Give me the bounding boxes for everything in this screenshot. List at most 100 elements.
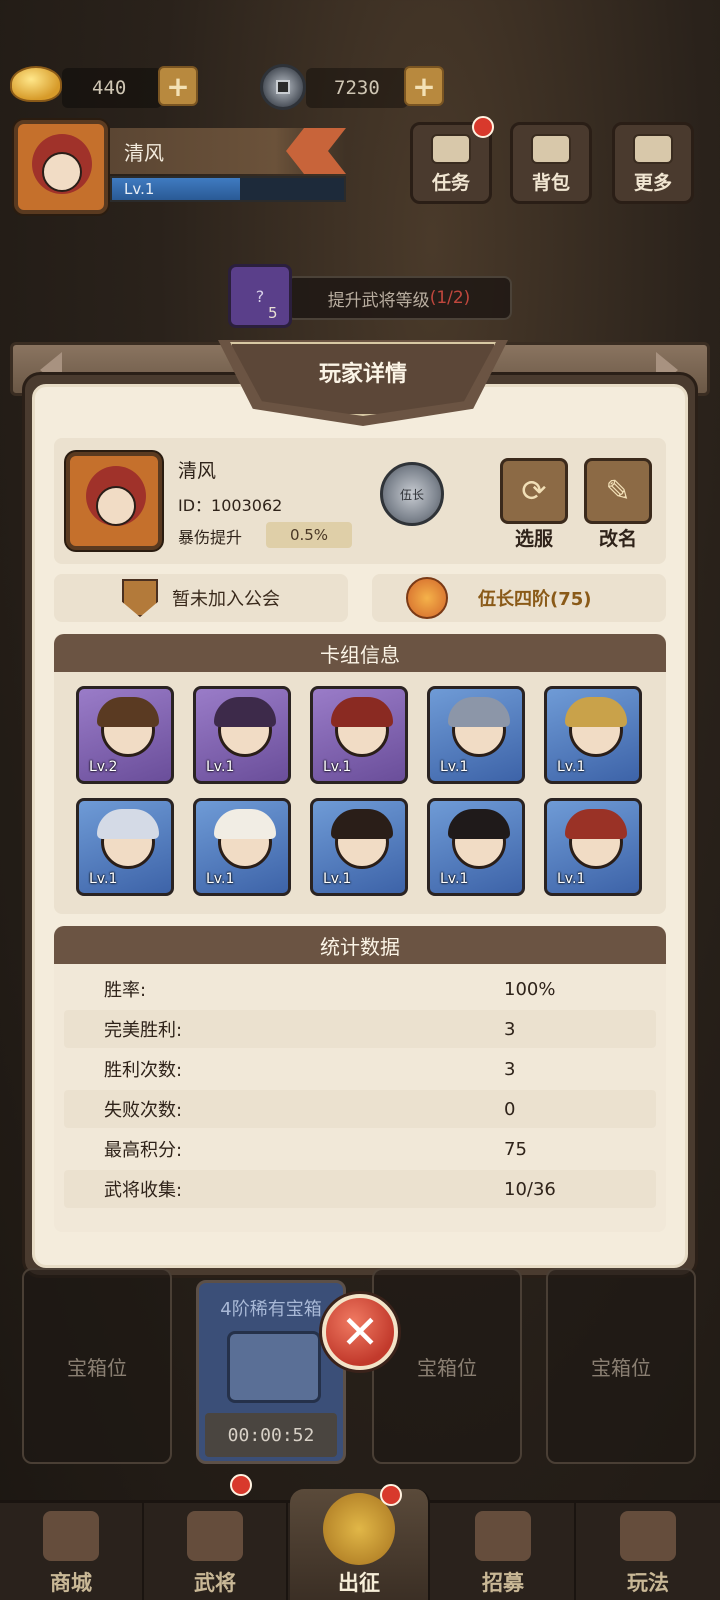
hero-card[interactable]: Lv.1 <box>193 798 291 896</box>
guild-text: 暂未加入公会 <box>172 589 280 610</box>
dialog-title: 玩家详情 <box>318 362 407 387</box>
hero-level: Lv.1 <box>89 871 118 887</box>
hero-level: Lv.1 <box>440 871 469 887</box>
hero-hair <box>331 697 393 727</box>
stat-row: 胜率: 100% <box>64 970 656 1008</box>
hero-card[interactable]: Lv.1 <box>310 686 408 784</box>
hero-level: Lv.1 <box>206 759 235 775</box>
stat-label: 胜利次数: <box>104 1060 183 1081</box>
stat-row: 武将收集: 10/36 <box>64 1170 656 1208</box>
chest-slot-rare[interactable]: 4阶稀有宝箱 00:00:52 <box>196 1280 346 1464</box>
stats-list: 胜率: 100% 完美胜利: 3 胜利次数: 3 失败次数: 0 最高积分: 75 武将收集: 10/… <box>64 970 656 1210</box>
task-notification-dot <box>472 116 494 138</box>
hero-card[interactable]: Lv.1 <box>193 686 291 784</box>
hero-hair <box>214 697 276 727</box>
nav-battle-label: 出征 <box>338 1571 380 1595</box>
chest-slot-4[interactable]: 宝箱位 <box>546 1268 696 1464</box>
crit-label: 暴伤提升 <box>178 528 243 547</box>
nav-shop[interactable]: 商城 <box>0 1503 144 1600</box>
nav-recruit[interactable]: 招募 <box>432 1503 576 1600</box>
stats-title: 统计数据 <box>54 926 666 964</box>
hero-card[interactable]: Lv.1 <box>544 798 642 896</box>
stat-label: 完美胜利: <box>104 1020 183 1041</box>
shield-icon <box>122 579 158 617</box>
hero-card-icon: ? <box>228 264 292 328</box>
level-progress-fill: Lv.1 <box>112 178 240 200</box>
hero-grid: Lv.2 Lv.1 Lv.1 Lv.1 Lv.1 Lv.1 Lv.1 Lv.1 Lv.1 Lv.1 <box>76 686 656 900</box>
hero-card[interactable]: Lv.1 <box>76 798 174 896</box>
stat-value: 100% <box>504 978 556 1000</box>
scroll-icon <box>475 1511 531 1561</box>
deck-title: 卡组信息 <box>54 634 666 672</box>
stat-row: 最高积分: 75 <box>64 1130 656 1168</box>
close-icon: ✕ <box>340 1305 380 1359</box>
nav-gameplay[interactable]: 玩法 <box>576 1503 720 1600</box>
task-hint-progress: (1/2) <box>429 288 471 308</box>
detail-player-name: 清风 <box>178 460 217 482</box>
close-button[interactable]: ✕ <box>322 1294 398 1370</box>
level-progress-bar: Lv.1 <box>110 176 346 202</box>
hero-level: Lv.1 <box>440 759 469 775</box>
guild-panel[interactable]: 暂未加入公会 <box>54 574 348 622</box>
stat-value: 75 <box>504 1138 527 1160</box>
copper-coin-icon <box>260 64 306 110</box>
add-copper-button[interactable]: + <box>404 66 444 106</box>
detail-player-avatar <box>66 452 162 550</box>
hero-card[interactable]: Lv.1 <box>427 686 525 784</box>
bag-button[interactable]: 背包 <box>510 122 592 204</box>
chest-slot-1[interactable]: 宝箱位 <box>22 1268 172 1464</box>
chest-timer: 00:00:52 <box>205 1413 337 1457</box>
rank-text: 伍长四阶(75) <box>478 589 592 610</box>
heroes-notification-dot <box>230 1474 252 1496</box>
stat-label: 武将收集: <box>104 1180 183 1201</box>
nav-recruit-label: 招募 <box>482 1571 524 1595</box>
gold-value: 440 <box>92 77 127 99</box>
nav-shop-label: 商城 <box>50 1571 92 1595</box>
player-name: 清风 <box>124 140 164 165</box>
refresh-icon: ⟳ <box>521 473 547 509</box>
hero-hair <box>448 697 510 727</box>
player-avatar[interactable] <box>14 120 108 214</box>
hero-card[interactable]: Lv.2 <box>76 686 174 784</box>
rank-pouch-icon <box>406 577 448 619</box>
bag-icon <box>531 134 571 164</box>
pagoda-icon <box>620 1511 676 1561</box>
rare-chest-title: 4阶稀有宝箱 <box>220 1299 322 1320</box>
rename-button[interactable]: ✎ <box>584 458 652 524</box>
card-icon-text: ? <box>255 286 265 306</box>
hero-hair <box>448 809 510 839</box>
bottom-nav: 商城 武将 出征 招募 玩法 <box>0 1489 720 1600</box>
task-hint-bar[interactable]: 提升武将等级 (1/2) <box>286 276 512 320</box>
rank-medal-icon: 伍长 <box>380 462 444 526</box>
scroll-icon <box>431 134 471 164</box>
hero-hair <box>331 809 393 839</box>
shop-icon <box>43 1511 99 1561</box>
nav-battle[interactable]: 出征 <box>290 1489 430 1600</box>
copper-value: 7230 <box>334 77 380 99</box>
stat-row: 胜利次数: 3 <box>64 1050 656 1088</box>
hero-card[interactable]: Lv.1 <box>310 798 408 896</box>
add-gold-button[interactable]: + <box>158 66 198 106</box>
hero-hair <box>97 809 159 839</box>
rank-panel[interactable]: 伍长四阶(75) <box>372 574 666 622</box>
nav-gameplay-label: 玩法 <box>627 1571 669 1595</box>
hero-level: Lv.1 <box>206 871 235 887</box>
stat-value: 0 <box>504 1098 516 1120</box>
chest-slot-3[interactable]: 宝箱位 <box>372 1268 522 1464</box>
task-label: 任务 <box>431 172 470 194</box>
hero-card[interactable]: Lv.1 <box>544 686 642 784</box>
switch-server-button[interactable]: ⟳ <box>500 458 568 524</box>
hero-level: Lv.1 <box>323 759 352 775</box>
stat-label: 胜率: <box>104 980 147 1001</box>
hero-card[interactable]: Lv.1 <box>427 798 525 896</box>
more-label: 更多 <box>633 172 672 194</box>
hero-level: Lv.1 <box>557 871 586 887</box>
crit-value: 0.5% <box>266 522 352 548</box>
hero-level: Lv.1 <box>557 759 586 775</box>
pencil-icon: ✎ <box>605 473 631 509</box>
more-button[interactable]: 更多 <box>612 122 694 204</box>
hero-hair <box>97 697 159 727</box>
nav-heroes[interactable]: 武将 <box>144 1503 288 1600</box>
player-level: Lv.1 <box>124 180 155 198</box>
list-icon <box>633 134 673 164</box>
